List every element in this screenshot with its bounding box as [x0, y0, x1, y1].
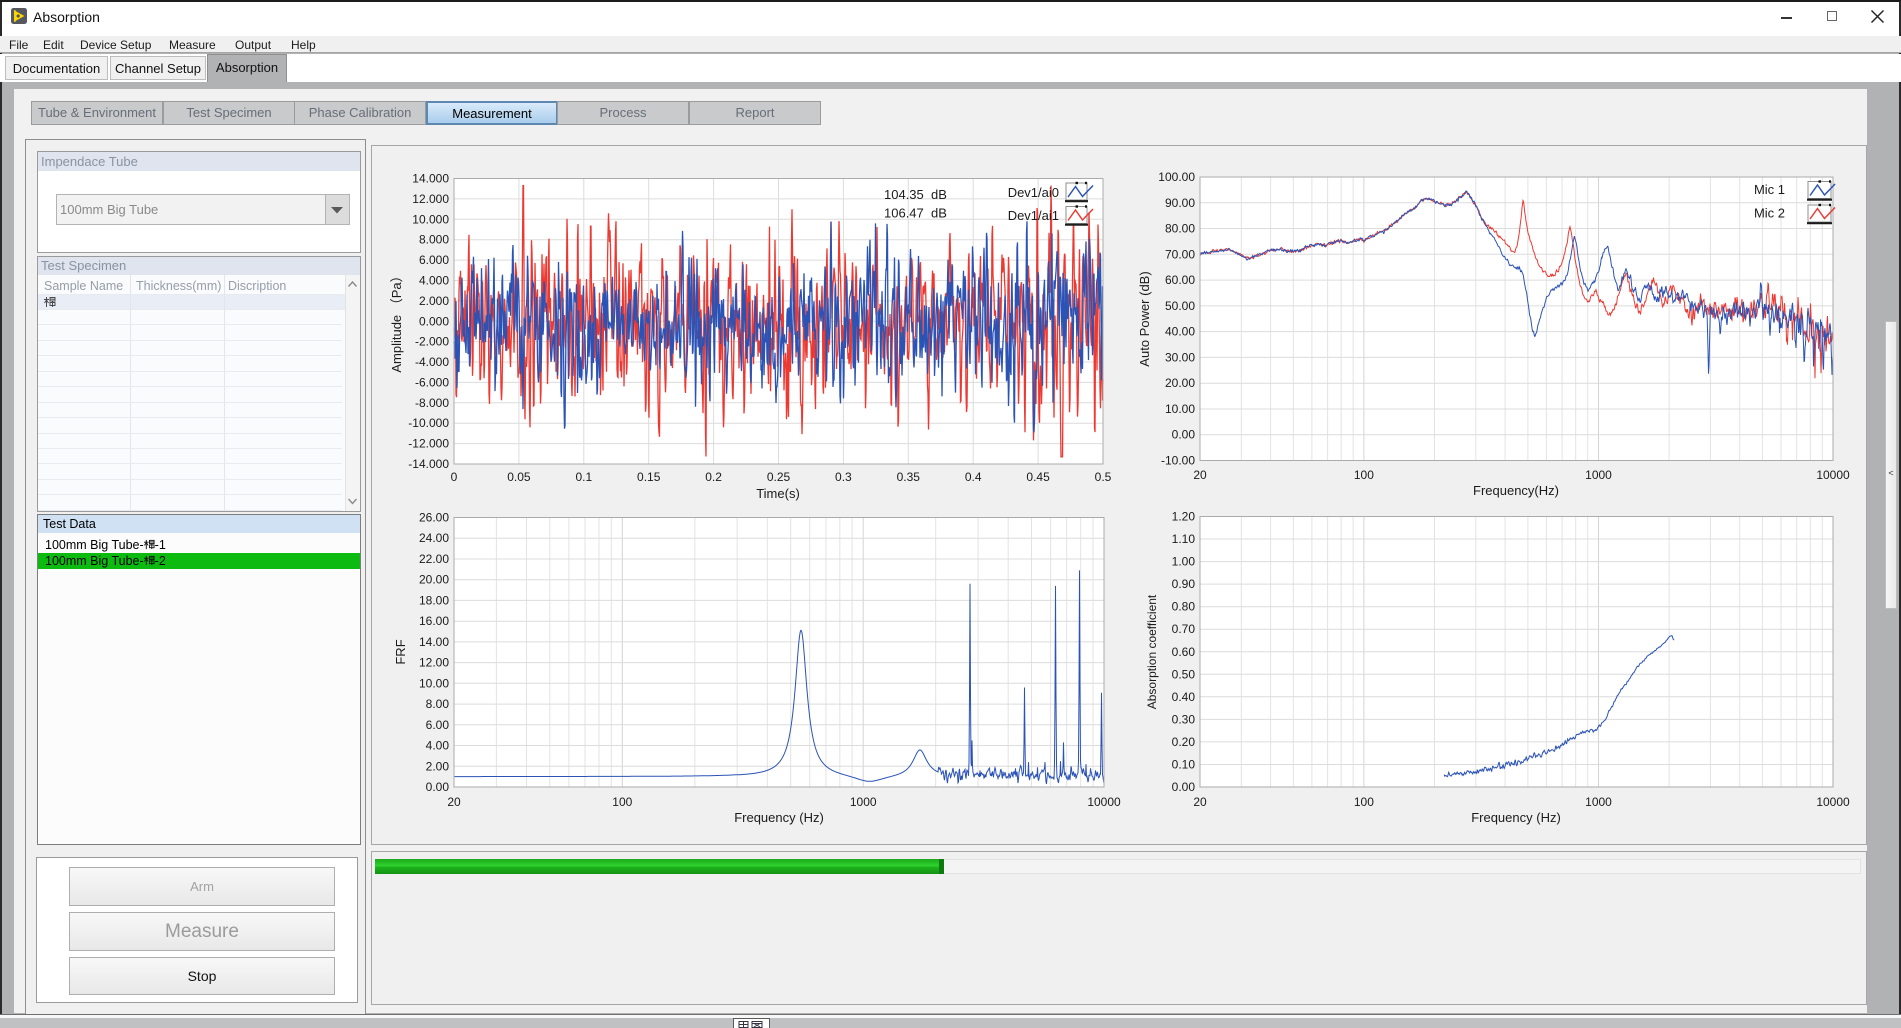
svg-text:0.00: 0.00	[1172, 428, 1196, 442]
svg-text:0.5: 0.5	[1095, 470, 1112, 484]
svg-text:Mic 1: Mic 1	[1754, 182, 1785, 197]
svg-text:10.00: 10.00	[419, 676, 449, 690]
svg-text:24.00: 24.00	[419, 531, 449, 545]
svg-text:4.000: 4.000	[419, 274, 449, 288]
svg-text:12.00: 12.00	[419, 656, 449, 670]
svg-text:8.000: 8.000	[419, 233, 449, 247]
svg-text:0.2: 0.2	[705, 470, 722, 484]
svg-text:0.60: 0.60	[1172, 645, 1196, 659]
svg-text:20: 20	[1193, 468, 1207, 482]
svg-text:1.00: 1.00	[1172, 555, 1196, 569]
svg-text:2.000: 2.000	[419, 294, 449, 308]
svg-text:Frequency(Hz): Frequency(Hz)	[1473, 483, 1559, 498]
svg-text:0.80: 0.80	[1172, 600, 1196, 614]
svg-text:16.00: 16.00	[419, 614, 449, 628]
svg-text:Amplitude （Pa）: Amplitude （Pa）	[389, 269, 404, 372]
svg-text:0.05: 0.05	[507, 470, 531, 484]
svg-text:-14.000: -14.000	[408, 457, 449, 471]
svg-text:0.10: 0.10	[1172, 758, 1196, 772]
svg-text:18.00: 18.00	[419, 593, 449, 607]
svg-text:14.00: 14.00	[419, 635, 449, 649]
svg-text:Dev1/ai1: Dev1/ai1	[1008, 208, 1059, 223]
svg-text:20.00: 20.00	[1165, 376, 1195, 390]
svg-text:0.00: 0.00	[426, 780, 450, 794]
svg-text:0.35: 0.35	[897, 470, 921, 484]
svg-text:-4.000: -4.000	[415, 355, 449, 369]
svg-text:0.15: 0.15	[637, 470, 661, 484]
svg-text:FRF: FRF	[393, 639, 408, 664]
svg-text:-6.000: -6.000	[415, 375, 449, 389]
svg-text:Time(s): Time(s)	[756, 486, 800, 501]
svg-text:10000: 10000	[1816, 795, 1850, 809]
svg-text:100: 100	[1354, 468, 1374, 482]
svg-text:1000: 1000	[850, 795, 877, 809]
svg-text:0.20: 0.20	[1172, 735, 1196, 749]
svg-text:0.90: 0.90	[1172, 577, 1196, 591]
svg-text:0.70: 0.70	[1172, 622, 1196, 636]
svg-text:10.000: 10.000	[412, 212, 449, 226]
svg-text:30.00: 30.00	[1165, 350, 1195, 364]
svg-text:0.25: 0.25	[767, 470, 791, 484]
svg-text:-12.000: -12.000	[408, 437, 449, 451]
svg-text:10.00: 10.00	[1165, 402, 1195, 416]
svg-text:0: 0	[451, 470, 458, 484]
svg-text:100: 100	[1354, 795, 1374, 809]
svg-text:Auto Power (dB): Auto Power (dB)	[1137, 271, 1152, 366]
svg-text:Mic 2: Mic 2	[1754, 206, 1785, 221]
svg-text:10000: 10000	[1816, 468, 1850, 482]
svg-text:-10.000: -10.000	[408, 416, 449, 430]
svg-text:104.35 dB: 104.35 dB	[884, 187, 947, 202]
svg-text:1.10: 1.10	[1172, 532, 1196, 546]
svg-text:-8.000: -8.000	[415, 396, 449, 410]
svg-text:40.00: 40.00	[1165, 325, 1195, 339]
svg-text:0.00: 0.00	[1172, 780, 1196, 794]
svg-text:0.4: 0.4	[965, 470, 982, 484]
svg-text:0.45: 0.45	[1026, 470, 1050, 484]
svg-text:0.000: 0.000	[419, 314, 449, 328]
svg-text:20: 20	[1193, 795, 1207, 809]
svg-text:0.50: 0.50	[1172, 667, 1196, 681]
svg-text:Frequency (Hz): Frequency (Hz)	[734, 810, 824, 825]
svg-text:90.00: 90.00	[1165, 196, 1195, 210]
svg-text:100: 100	[612, 795, 632, 809]
svg-text:1000: 1000	[1585, 795, 1612, 809]
svg-text:Frequency (Hz): Frequency (Hz)	[1471, 810, 1561, 825]
svg-text:0.1: 0.1	[575, 470, 592, 484]
svg-text:100.00: 100.00	[1158, 170, 1195, 184]
svg-text:4.00: 4.00	[426, 739, 450, 753]
svg-text:Absorption coefficient: Absorption coefficient	[1145, 594, 1159, 709]
svg-text:0.3: 0.3	[835, 470, 852, 484]
svg-text:0.30: 0.30	[1172, 712, 1196, 726]
svg-text:Dev1/ai0: Dev1/ai0	[1008, 185, 1059, 200]
svg-text:2.00: 2.00	[426, 759, 450, 773]
svg-text:10000: 10000	[1087, 795, 1121, 809]
svg-text:-10.00: -10.00	[1161, 454, 1195, 468]
svg-text:20.00: 20.00	[419, 573, 449, 587]
svg-text:0.40: 0.40	[1172, 690, 1196, 704]
svg-text:1.20: 1.20	[1172, 510, 1196, 524]
svg-text:1000: 1000	[1585, 468, 1612, 482]
svg-text:70.00: 70.00	[1165, 247, 1195, 261]
svg-text:14.000: 14.000	[412, 172, 449, 186]
svg-text:8.00: 8.00	[426, 697, 450, 711]
svg-text:22.00: 22.00	[419, 552, 449, 566]
svg-text:106.47 dB: 106.47 dB	[884, 206, 947, 221]
svg-text:60.00: 60.00	[1165, 273, 1195, 287]
svg-text:20: 20	[447, 795, 461, 809]
svg-text:-2.000: -2.000	[415, 335, 449, 349]
svg-text:80.00: 80.00	[1165, 222, 1195, 236]
svg-text:6.000: 6.000	[419, 253, 449, 267]
svg-text:50.00: 50.00	[1165, 299, 1195, 313]
svg-text:6.00: 6.00	[426, 718, 450, 732]
svg-text:12.000: 12.000	[412, 192, 449, 206]
svg-text:26.00: 26.00	[419, 511, 449, 525]
